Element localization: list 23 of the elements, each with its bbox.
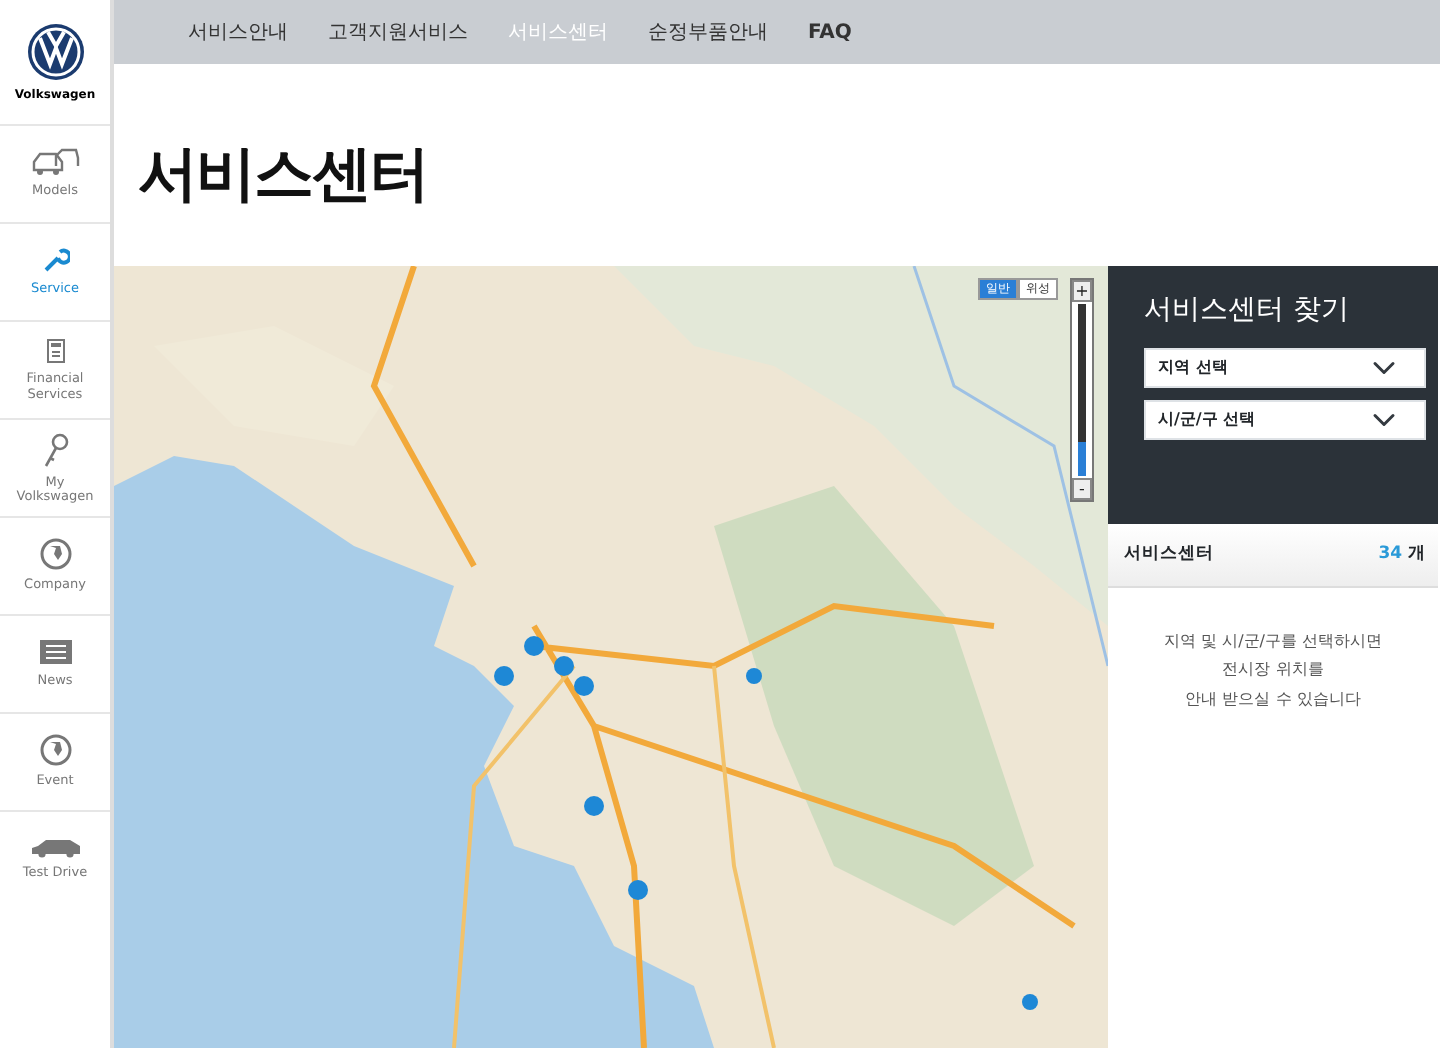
wrench-icon [41, 246, 69, 275]
zoom-slider[interactable]: + - [1070, 278, 1094, 502]
results-count: 34 개 [1378, 542, 1426, 568]
select-field[interactable]: 지역 선택 [1144, 347, 1426, 388]
car-icon [29, 838, 81, 859]
select-field[interactable]: 시/군/구 선택 [1144, 399, 1426, 440]
zoom-in-button[interactable]: + [1072, 280, 1092, 302]
results-heading: 서비스센터 [1124, 542, 1214, 568]
nav-link-item[interactable]: 고객지원서비스 [328, 17, 468, 47]
logo-icon [25, 21, 85, 81]
calculator-icon [45, 338, 65, 365]
finder-title: 서비스센터 찾기 [1144, 294, 1351, 328]
nav-link-item[interactable]: FAQ [808, 17, 852, 47]
key-icon [41, 431, 69, 468]
newspaper-icon [37, 638, 73, 667]
car-icon [31, 148, 79, 177]
info-message: 지역 및 시/군/구를 선택하시면 전시장 위치를 안내 받으실 수 있습니다 [1161, 630, 1385, 712]
nav-link-item[interactable]: 순정부품안내 [648, 17, 768, 47]
zoom-out-button[interactable]: - [1072, 478, 1092, 500]
nav-link-item[interactable]: 서비스안내 [188, 17, 288, 47]
globe-icon [39, 538, 71, 571]
page-title: 서비스센터 [136, 138, 430, 214]
globe-icon [39, 734, 71, 767]
